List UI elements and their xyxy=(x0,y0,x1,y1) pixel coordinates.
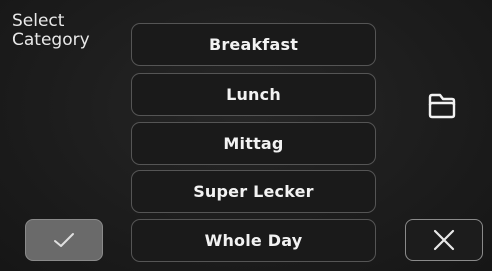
category-button-whole-day[interactable]: Whole Day xyxy=(131,219,376,262)
folder-button[interactable] xyxy=(425,88,459,122)
confirm-button[interactable] xyxy=(25,219,103,261)
category-button-lunch[interactable]: Lunch xyxy=(131,73,376,116)
category-button-mittag[interactable]: Mittag xyxy=(131,122,376,165)
close-icon xyxy=(433,229,455,251)
title-line-2: Category xyxy=(12,30,90,50)
category-button-breakfast[interactable]: Breakfast xyxy=(131,23,376,66)
folder-icon xyxy=(428,93,456,119)
cancel-button[interactable] xyxy=(405,219,483,261)
checkmark-icon xyxy=(54,233,74,247)
title-line-1: Select xyxy=(12,11,65,31)
page-title: Select Category xyxy=(12,12,122,50)
category-button-super-lecker[interactable]: Super Lecker xyxy=(131,170,376,213)
screen: Select Category Breakfast Lunch Mittag S… xyxy=(0,0,492,271)
